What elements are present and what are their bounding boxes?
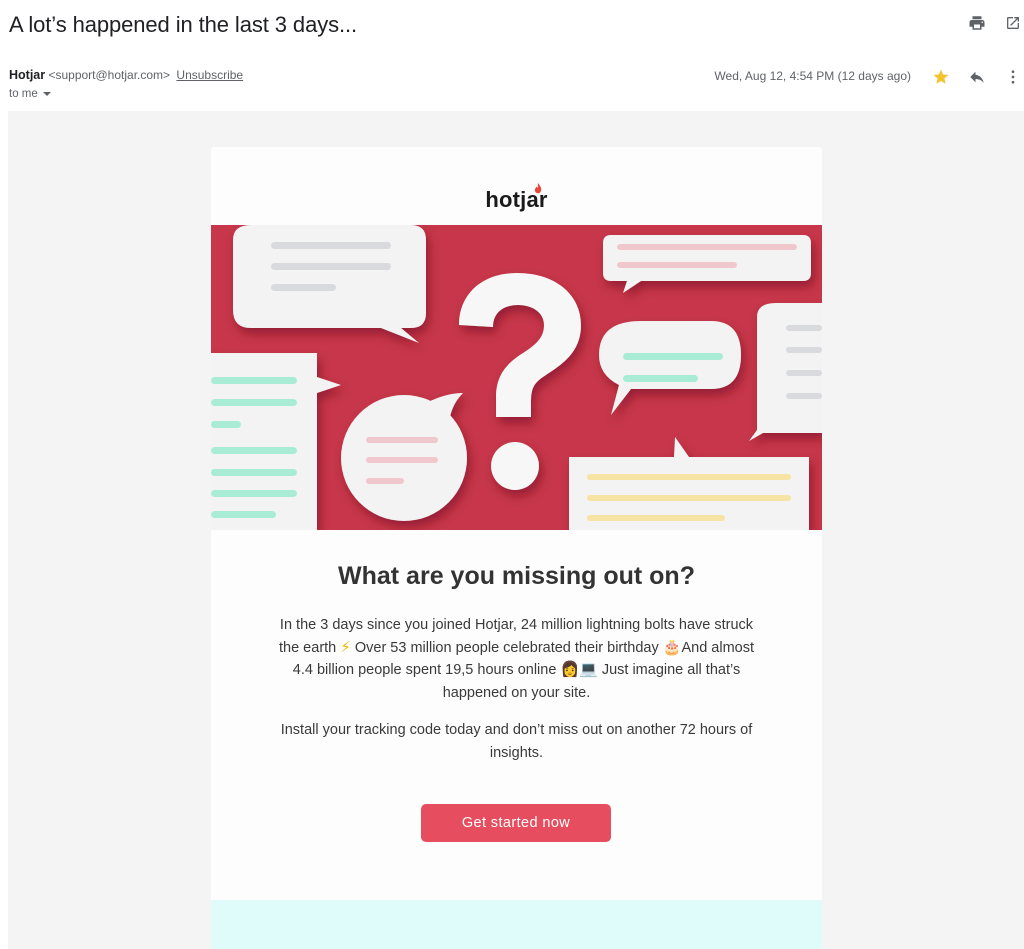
unsubscribe-link[interactable]: Unsubscribe (176, 68, 243, 82)
footer-band (211, 900, 822, 949)
intro-line-3b: Just imagine all that’s (601, 662, 741, 678)
reply-icon[interactable] (966, 66, 988, 88)
get-started-button[interactable]: Get started now (421, 804, 611, 842)
hotjar-logo: hotjar (485, 187, 548, 212)
sender-name[interactable]: Hotjar (9, 68, 45, 82)
woman-icon: 👩 (560, 661, 580, 678)
chevron-down-icon[interactable] (42, 89, 52, 99)
recipient-label: to me (9, 88, 38, 100)
sender-info: Hotjar <support@hotjar.com> Unsubscribe (9, 68, 243, 82)
recipient-row[interactable]: to me (9, 88, 52, 100)
intro-line-2b: Over 53 million people celebrated their … (354, 639, 659, 656)
intro-paragraph: In the 3 days since you joined Hotjar, 2… (256, 614, 777, 704)
intro-line-2c: And almost (681, 639, 754, 656)
intro-line-4: happened on your site. (442, 684, 591, 701)
intro-line-2a: the earth (279, 639, 337, 656)
sender-email: <support@hotjar.com> (48, 68, 171, 82)
print-icon[interactable] (966, 12, 988, 34)
computer-icon: 💻 (579, 661, 598, 678)
email-card: hotjar What are you missing out on? In t… (211, 147, 822, 949)
lightning-icon: ⚡ (340, 638, 351, 656)
email-date: Wed, Aug 12, 4:54 PM (12 days ago) (714, 69, 911, 83)
star-icon[interactable] (930, 66, 952, 88)
headline: What are you missing out on? (338, 562, 695, 590)
cake-icon: 🎂 (662, 638, 682, 656)
more-vert-icon[interactable] (1002, 66, 1024, 88)
header-actions (966, 12, 1024, 34)
open-in-new-icon[interactable] (1002, 12, 1024, 34)
intro-line-3a: 4.4 billion people spent 19,5 hours onli… (292, 662, 557, 678)
hero-illustration (211, 225, 822, 530)
intro-line-1: In the 3 days since you joined Hotjar, 2… (279, 617, 754, 633)
email-subject: A lot’s happened in the last 3 days... (9, 12, 358, 37)
message-actions (930, 66, 1024, 88)
install-paragraph: Install your tracking code today and don… (280, 722, 753, 761)
